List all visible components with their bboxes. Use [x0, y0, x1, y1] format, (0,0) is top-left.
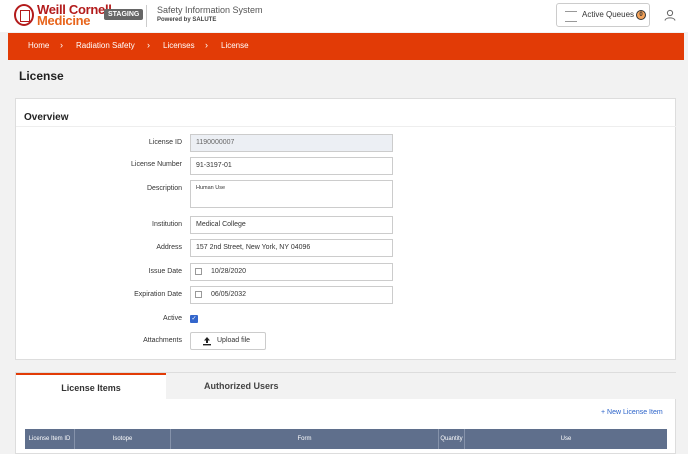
column-header-quantity[interactable]: Quantity [439, 429, 465, 449]
overview-heading: Overview [24, 112, 69, 123]
column-header-license-item-id[interactable]: License Item ID [25, 429, 75, 449]
breadcrumb-license: License [221, 41, 249, 50]
issue-date-value: 10/28/2020 [211, 268, 247, 275]
top-header: Weill Cornell Medicine STAGING Safety In… [0, 0, 688, 32]
breadcrumb-licenses[interactable]: Licenses [163, 41, 195, 50]
user-icon[interactable] [664, 9, 676, 21]
active-queues-label: Active Queues [582, 10, 635, 19]
institution-label: Institution [152, 221, 182, 228]
active-queues-button[interactable]: Active Queues 0 [556, 3, 650, 27]
queue-count-badge: 0 [636, 10, 646, 20]
active-checkbox[interactable]: ✓ [190, 315, 198, 323]
tab-license-items[interactable]: License Items [16, 373, 166, 401]
system-title: Safety Information System [157, 5, 263, 15]
new-license-item-link[interactable]: + New License Item [601, 409, 663, 416]
issue-date-field[interactable]: 10/28/2020 [190, 263, 393, 281]
calendar-icon[interactable] [195, 268, 202, 275]
breadcrumb-separator-icon: › [205, 40, 208, 50]
license-items-table-header: License Item ID Isotope Form Quantity Us… [25, 429, 667, 449]
system-subtitle: Powered by SALUTE [157, 17, 217, 23]
description-field[interactable]: Human Use [190, 180, 393, 208]
license-number-label: License Number [131, 161, 182, 168]
license-number-field[interactable]: 91-3197-01 [190, 157, 393, 175]
upload-file-label: Upload file [217, 337, 251, 344]
column-header-use[interactable]: Use [465, 429, 667, 449]
upload-icon [203, 337, 211, 346]
overview-card: Overview License ID 1190000007 License N… [15, 98, 676, 360]
attachments-label: Attachments [143, 337, 182, 344]
section-divider [16, 126, 676, 127]
weill-cornell-logo[interactable] [14, 4, 34, 26]
institution-field[interactable]: Medical College [190, 216, 393, 234]
expiration-date-label: Expiration Date [134, 291, 182, 298]
environment-badge: STAGING [104, 9, 144, 20]
license-id-label: License ID [148, 139, 182, 146]
page-title: License [19, 69, 64, 83]
expiration-date-value: 06/05/2032 [211, 291, 247, 298]
address-label: Address [156, 244, 182, 251]
column-header-form[interactable]: Form [171, 429, 439, 449]
breadcrumb-separator-icon: › [147, 40, 150, 50]
license-id-field: 1190000007 [190, 134, 393, 152]
breadcrumb-radiation-safety[interactable]: Radiation Safety [76, 41, 135, 50]
expiration-date-field[interactable]: 06/05/2032 [190, 286, 393, 304]
description-label: Description [146, 185, 182, 192]
tab-authorized-users[interactable]: Authorized Users [166, 373, 676, 399]
header-divider [146, 5, 147, 27]
breadcrumb-home[interactable]: Home [28, 41, 49, 50]
column-header-isotope[interactable]: Isotope [75, 429, 171, 449]
issue-date-label: Issue Date [148, 268, 182, 275]
breadcrumb-separator-icon: › [60, 40, 63, 50]
breadcrumb: Home › Radiation Safety › Licenses › Lic… [8, 33, 684, 60]
address-field[interactable]: 157 2nd Street, New York, NY 04096 [190, 239, 393, 257]
calendar-icon[interactable] [195, 291, 202, 298]
license-tabs-panel: License Items Authorized Users + New Lic… [15, 372, 676, 454]
active-label: Active [162, 315, 182, 322]
queue-list-icon [565, 11, 577, 22]
brand-name[interactable]: Weill Cornell Medicine [37, 3, 112, 27]
upload-file-button[interactable]: Upload file [190, 332, 266, 350]
